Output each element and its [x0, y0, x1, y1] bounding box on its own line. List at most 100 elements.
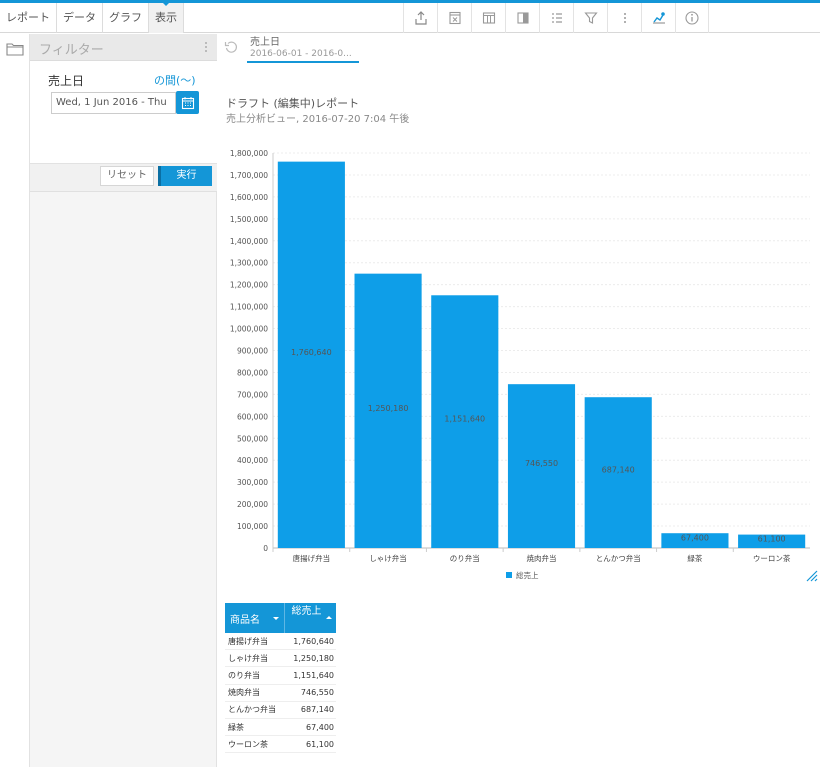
x-tick-label: 唐揚げ弁当 — [293, 553, 331, 563]
columns-icon — [516, 12, 529, 24]
y-tick-label: 200,000 — [237, 500, 268, 509]
list-icon — [551, 13, 562, 23]
toolbar-icons — [403, 3, 709, 33]
chart-settings-button[interactable] — [641, 3, 675, 33]
table-row[interactable]: とんかつ弁当 687,140 — [225, 702, 336, 719]
sales-value-cell: 1,250,180 — [293, 653, 334, 663]
product-name-cell: とんかつ弁当 — [228, 705, 276, 715]
table-icon — [482, 12, 495, 24]
tab-chart[interactable]: グラフ — [103, 3, 149, 33]
folder-icon[interactable] — [6, 42, 24, 56]
date-range-input[interactable]: Wed, 1 Jun 2016 - Thu — [51, 92, 176, 114]
filter-operator-link[interactable]: の間(〜) — [154, 72, 196, 88]
table-row[interactable]: ウーロン茶 61,100 — [225, 736, 336, 754]
data-table: 商品名 総売上 唐揚げ弁当 1,760,640 しゃけ弁当 1,250,180 のり弁当… — [225, 603, 336, 754]
columns-button[interactable] — [505, 3, 539, 33]
calendar-button[interactable] — [176, 91, 199, 114]
y-tick-label: 1,100,000 — [230, 303, 268, 312]
x-tick-label: しゃけ弁当 — [369, 553, 407, 563]
product-name-cell: しゃけ弁当 — [228, 653, 268, 663]
y-tick-label: 600,000 — [237, 412, 268, 421]
report-subtitle: 売上分析ビュー, 2016-07-20 7:04 午後 — [226, 114, 410, 125]
y-tick-label: 1,400,000 — [230, 237, 268, 246]
sales-value-cell: 1,760,640 — [293, 636, 334, 646]
tab-display[interactable]: 表示 — [149, 2, 184, 33]
product-name-cell: 唐揚げ弁当 — [228, 636, 268, 646]
resize-handle-icon[interactable] — [806, 570, 818, 582]
sales-value-cell: 67,400 — [306, 722, 334, 732]
table-header: 商品名 総売上 — [225, 603, 336, 633]
table-row[interactable]: しゃけ弁当 1,250,180 — [225, 650, 336, 668]
filter-summary-range: 2016-06-01 - 2016-0... — [250, 49, 352, 59]
sales-value-cell: 61,100 — [306, 739, 334, 749]
bar-data-label: 687,140 — [602, 466, 635, 475]
info-button[interactable] — [675, 3, 709, 33]
more-button[interactable] — [607, 3, 641, 33]
run-button[interactable]: 実行 — [158, 166, 212, 186]
export-icon — [414, 11, 427, 25]
product-name-cell: 緑茶 — [228, 722, 244, 732]
y-tick-label: 300,000 — [237, 478, 268, 487]
filter-panel: フィルター 売上日 の間(〜) Wed, 1 Jun 2016 - Thu リセ… — [30, 34, 217, 767]
date-filter: 売上日 の間(〜) Wed, 1 Jun 2016 - Thu — [30, 61, 217, 164]
table-row[interactable]: 唐揚げ弁当 1,760,640 — [225, 633, 336, 651]
bar-data-label: 1,151,640 — [444, 415, 485, 424]
excel-button[interactable] — [437, 3, 471, 33]
x-tick-label: とんかつ弁当 — [596, 553, 641, 563]
table-row[interactable]: 焼肉弁当 746,550 — [225, 685, 336, 702]
undo-icon[interactable] — [224, 40, 238, 54]
top-toolbar: レポート データ グラフ 表示 — [0, 0, 820, 33]
table-row[interactable]: 緑茶 67,400 — [225, 719, 336, 737]
list-button[interactable] — [539, 3, 573, 33]
reset-button[interactable]: リセット — [100, 166, 154, 186]
filter-icon — [583, 12, 598, 24]
bar-chart: 0 100,000 200,000 300,000 400,000 500,000 600,… — [230, 149, 810, 580]
export-button[interactable] — [403, 3, 437, 33]
filter-summary-chip[interactable]: 売上日 2016-06-01 - 2016-0... — [247, 37, 359, 63]
bar-data-label: 746,550 — [525, 459, 558, 468]
filter-field-label: 売上日 — [48, 74, 85, 88]
y-tick-label: 500,000 — [237, 434, 268, 443]
panel-menu-icon[interactable] — [205, 42, 208, 54]
y-tick-label: 1,800,000 — [230, 149, 268, 158]
calendar-icon — [181, 96, 194, 109]
bar-data-label: 61,100 — [758, 534, 786, 543]
y-tick-label: 400,000 — [237, 456, 268, 465]
tab-report[interactable]: レポート — [0, 3, 57, 33]
table-row[interactable]: のり弁当 1,151,640 — [225, 667, 336, 685]
x-tick-label: 緑茶 — [687, 553, 702, 563]
tab-data[interactable]: データ — [57, 3, 103, 33]
table-view-button[interactable] — [471, 3, 505, 33]
product-name-cell: 焼肉弁当 — [228, 688, 260, 698]
y-tick-label: 1,200,000 — [230, 281, 268, 290]
info-icon — [685, 11, 699, 25]
filter-panel-header: フィルター — [30, 34, 217, 61]
y-tick-label: 800,000 — [237, 368, 268, 377]
legend-swatch — [506, 572, 512, 578]
filter-button[interactable] — [573, 3, 607, 33]
y-tick-label: 1,500,000 — [230, 215, 268, 224]
mode-tabs: レポート データ グラフ 表示 — [0, 2, 184, 33]
table-body: 唐揚げ弁当 1,760,640 しゃけ弁当 1,250,180 のり弁当 1,151,64… — [225, 633, 336, 754]
more-icon — [623, 13, 626, 23]
x-tick-label: のり弁当 — [450, 553, 480, 563]
report-title: ドラフト (編集中)レポート — [226, 97, 360, 110]
y-tick-label: 1,300,000 — [230, 259, 268, 268]
y-tick-label: 0 — [263, 544, 268, 553]
bar-data-label: 1,760,640 — [291, 348, 332, 357]
filter-actions: リセット 実行 — [30, 164, 217, 192]
product-name-cell: のり弁当 — [228, 670, 260, 680]
report-builder: レポート データ グラフ 表示 フィルター 売上日 の間(〜) Wed, 1 J… — [0, 0, 820, 767]
legend-label: 総売上 — [516, 570, 539, 580]
y-tick-label: 900,000 — [237, 347, 268, 356]
y-tick-label: 1,700,000 — [230, 171, 268, 180]
y-tick-label: 700,000 — [237, 390, 268, 399]
column-header-product[interactable]: 商品名 — [225, 603, 285, 633]
excel-icon — [448, 11, 461, 25]
column-header-sales[interactable]: 総売上 — [285, 603, 336, 633]
sales-value-cell: 746,550 — [300, 688, 334, 698]
bar-data-label: 1,250,180 — [368, 404, 409, 413]
product-name-cell: ウーロン茶 — [228, 739, 268, 749]
chart-icon — [652, 12, 665, 24]
x-tick-label: 焼肉弁当 — [527, 553, 557, 563]
